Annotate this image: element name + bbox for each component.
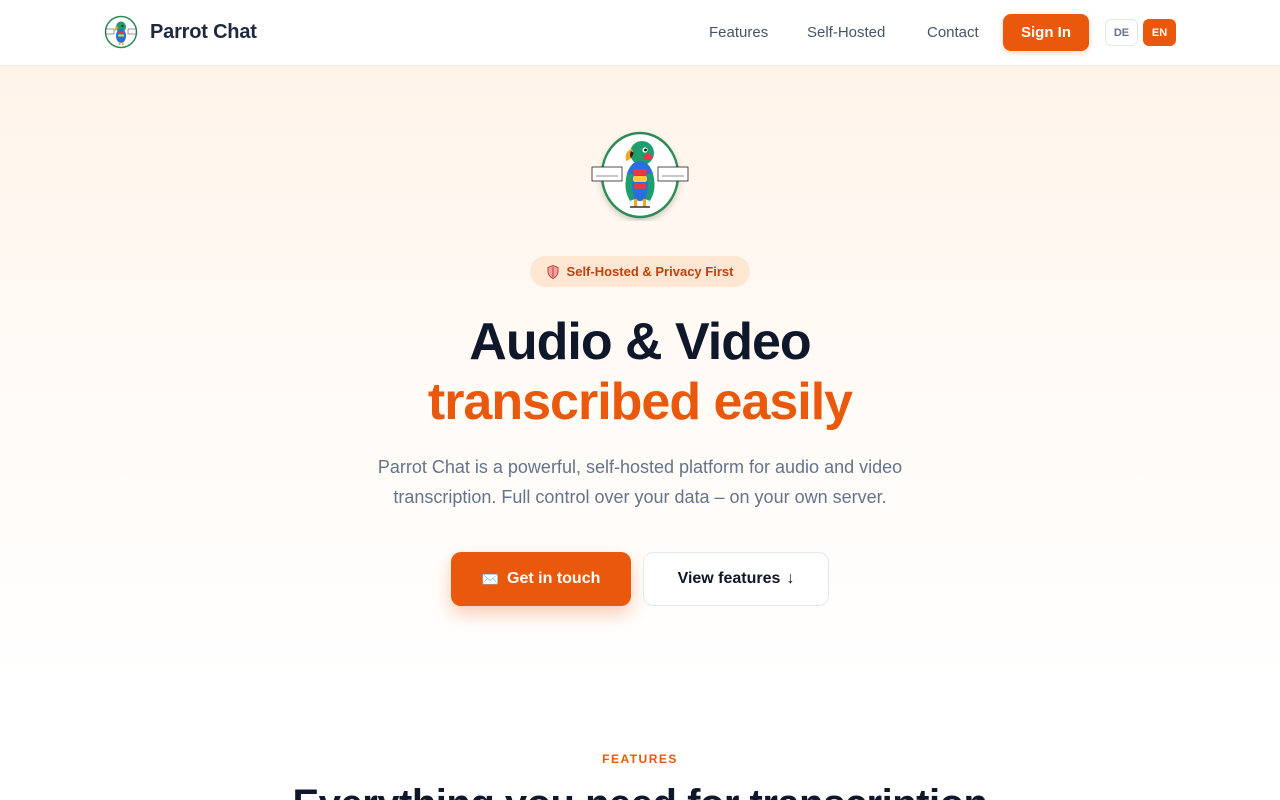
parrot-logo-icon — [104, 15, 138, 49]
features-title: Everything you need for transcription — [0, 782, 1280, 800]
hero-subtitle: Parrot Chat is a powerful, self-hosted p… — [377, 457, 903, 507]
site-header: Parrot Chat Features Self-Hosted Contact… — [0, 0, 1280, 66]
get-in-touch-button[interactable]: ✉️ Get in touch — [451, 552, 631, 606]
arrow-down-icon: ↓ — [786, 570, 795, 587]
badge-label: Self-Hosted & Privacy First — [566, 264, 734, 279]
envelope-icon: ✉️ — [481, 570, 500, 587]
hero-title-line-1: Audio & Video — [469, 313, 811, 371]
nav-features-link[interactable]: Features — [709, 24, 768, 41]
view-features-button[interactable]: View features ↓ — [643, 552, 829, 606]
nav-self-hosted-link[interactable]: Self-Hosted — [807, 24, 885, 41]
sign-in-button[interactable]: Sign In — [1003, 14, 1089, 51]
view-features-label: View features — [677, 570, 781, 587]
language-de-button[interactable]: DE — [1105, 19, 1138, 46]
shield-icon — [547, 264, 558, 279]
parrot-logo-icon — [591, 131, 689, 219]
hero-title-line-2: transcribed easily — [427, 373, 853, 431]
language-en-button[interactable]: EN — [1143, 19, 1176, 46]
nav-contact-link[interactable]: Contact — [927, 24, 979, 41]
brand-name: Parrot Chat — [150, 20, 257, 43]
privacy-badge: Self-Hosted & Privacy First — [530, 256, 750, 287]
get-in-touch-label: Get in touch — [507, 570, 601, 587]
features-eyebrow: FEATURES — [602, 752, 678, 766]
brand[interactable]: Parrot Chat — [104, 15, 257, 49]
